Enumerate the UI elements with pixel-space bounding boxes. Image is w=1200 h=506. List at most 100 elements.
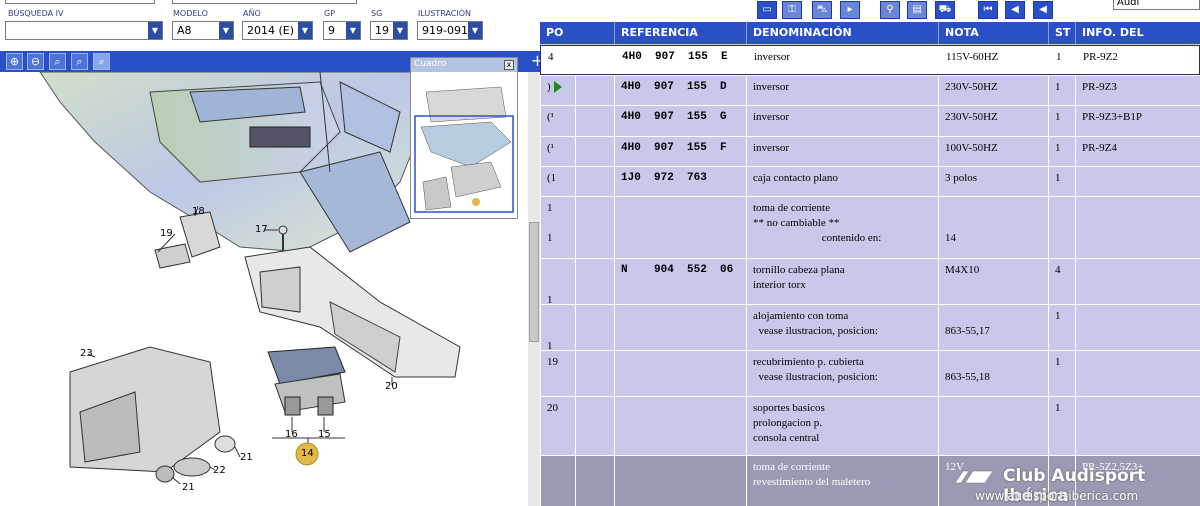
window-icon[interactable]: ▭	[757, 1, 777, 19]
table-row[interactable]: 19 recubrimiento p. cubierta vease ilustr…	[540, 350, 1200, 396]
cell-info: PR-9Z2	[1076, 46, 1200, 74]
row-marker-cell	[575, 167, 614, 196]
zoom-fit-icon[interactable]: ⌕	[49, 53, 66, 70]
chevron-down-icon[interactable]: ▼	[346, 22, 360, 39]
diagram-scrollbar[interactable]	[528, 72, 540, 506]
cell-ref	[614, 305, 746, 350]
zoom-reset-icon[interactable]: ⌕	[71, 53, 88, 70]
row-marker-cell	[575, 137, 614, 166]
header-denominacion[interactable]: DENOMINACIÓN	[746, 22, 938, 44]
table-row[interactable]: (¹ 4H0 907 155 Ginversor 230V-50HZ 1 PR-9Z3+…	[540, 105, 1200, 136]
chevron-down-icon[interactable]: ▼	[298, 22, 312, 39]
cell-den: toma de corriente ** no cambiable ** con…	[746, 197, 938, 258]
header-info-modelo[interactable]: INFO. DEL MODELO	[1075, 22, 1200, 61]
table-row[interactable]: 1 1 toma de corriente ** no cambiable ** …	[540, 196, 1200, 258]
cell-info: PR-9Z3	[1075, 76, 1200, 105]
audisport-logo-icon	[954, 470, 994, 484]
table-row[interactable]: (1 1J0 972 763 caja contacto plano 3 polos 1	[540, 166, 1200, 196]
cell-ref: 4H0 907 155 E	[615, 46, 747, 74]
cell-nota: 863-55,18	[938, 351, 1048, 396]
callout-19[interactable]: 19	[160, 228, 173, 239]
cell-info	[1075, 305, 1200, 350]
cell-ref: N 904 552 06	[614, 259, 746, 304]
table-row[interactable]: 1 N 904 552 06 tornillo cabeza plana inter…	[540, 258, 1200, 306]
back-icon[interactable]: ◀	[1033, 1, 1053, 19]
cell-ref	[614, 197, 746, 258]
first-page-icon[interactable]: ⏮	[978, 1, 998, 19]
parts-table: PO REFERENCIA DENOMINACIÓN NOTA ST INFO.…	[540, 22, 1200, 506]
anio-label: AÑO	[243, 9, 261, 18]
header-pos[interactable]: PO	[540, 22, 575, 44]
cell-nota: 230V-50HZ	[938, 76, 1048, 105]
callout-14[interactable]: 14	[301, 448, 314, 459]
zoom-out-icon[interactable]: ⊖	[27, 53, 44, 70]
document-icon[interactable]: ▤	[907, 1, 927, 19]
callout-21[interactable]: 21	[182, 482, 195, 493]
chevron-down-icon[interactable]: ▼	[148, 22, 162, 39]
callout-20[interactable]: 20	[385, 381, 398, 392]
callout-16[interactable]: 16	[285, 429, 298, 440]
watermark-url: www.audisport-iberica.com	[975, 489, 1139, 503]
key-icon[interactable]: ⚿	[782, 1, 802, 19]
cell-st: 1	[1048, 351, 1075, 396]
cell-ref	[614, 397, 746, 455]
callout-23[interactable]: 23	[80, 348, 93, 359]
row-marker-cell	[575, 106, 614, 136]
callout-17[interactable]: 17	[255, 224, 268, 235]
cell-pos: 1	[540, 305, 575, 352]
cell-den: caja contacto plano	[746, 167, 938, 196]
table-row[interactable]: ) 4H0 907 155 Dinversor 230V-50HZ 1 PR-9Z3	[540, 75, 1200, 105]
cell-pos: (¹	[540, 137, 575, 166]
table-row[interactable]: 20 soportes basicos prolongacion p. conso…	[540, 396, 1200, 455]
sg-label: SG	[371, 9, 383, 18]
cell-den: soportes basicos prolongacion p. consola…	[746, 397, 938, 455]
table-row[interactable]: 4 4H0 907 155 Einversor 115V-60HZ 1 PR-9Z2	[540, 45, 1200, 75]
cell-pos: 1	[540, 259, 575, 306]
table-row[interactable]: 1 alojamiento con toma vease ilustracion,…	[540, 304, 1200, 352]
callout-15[interactable]: 15	[318, 429, 331, 440]
gp-select[interactable]: 9 ▼	[323, 21, 361, 40]
overview-window[interactable]: Cuadro x	[410, 57, 518, 219]
cell-info	[1075, 351, 1200, 396]
cell-info	[1075, 197, 1200, 258]
modelo-select[interactable]: A8 ▼	[172, 21, 234, 40]
header-referencia[interactable]: REFERENCIA	[614, 22, 746, 44]
zoom-window-icon[interactable]: ⌕	[93, 53, 110, 70]
filter-icon[interactable]: ⚲	[880, 1, 900, 19]
callout-21[interactable]: 21	[240, 452, 253, 463]
zoom-in-icon[interactable]: ⊕	[6, 53, 23, 70]
row-marker-cell	[575, 397, 614, 455]
scroll-thumb[interactable]	[529, 222, 539, 342]
row-marker-cell	[576, 46, 615, 74]
callout-18[interactable]: 18	[192, 206, 205, 217]
header-nota[interactable]: NOTA	[938, 22, 1048, 44]
chevron-down-icon[interactable]: ▼	[468, 22, 482, 39]
chevron-down-icon[interactable]: ▼	[219, 22, 233, 39]
car-icon[interactable]: ⛍	[812, 1, 832, 19]
cell-den: inversor	[746, 106, 938, 136]
cell-nota: 100V-50HZ	[938, 137, 1048, 166]
callout-22[interactable]: 22	[213, 465, 226, 476]
cell-den: inversor	[746, 76, 938, 105]
cell-den: recubrimiento p. cubierta vease ilustrac…	[746, 351, 938, 396]
cell-pos: 4	[541, 46, 576, 74]
table-row[interactable]: (¹ 4H0 907 155 Finversor 100V-50HZ 1 PR-9Z4	[540, 136, 1200, 166]
anio-select[interactable]: 2014 (E) ▼	[242, 21, 313, 40]
cell-pos: 20	[540, 397, 575, 455]
chevron-down-icon[interactable]: ▼	[393, 22, 407, 39]
close-icon[interactable]: x	[504, 60, 514, 70]
row-marker-cell	[575, 351, 614, 396]
cell-st	[1048, 197, 1075, 258]
busqueda-select[interactable]: ▼	[5, 21, 163, 40]
gp-label: GP	[324, 9, 336, 18]
previous-page-icon[interactable]: ◀	[1005, 1, 1025, 19]
brand-select[interactable]: Audi	[1113, 0, 1200, 10]
cell-den: inversor	[746, 137, 938, 166]
cart-icon[interactable]: ⛟	[935, 1, 955, 19]
ilustracion-select[interactable]: 919-091 ▼	[417, 21, 483, 40]
header-st[interactable]: ST	[1048, 22, 1075, 44]
table-header: PO REFERENCIA DENOMINACIÓN NOTA ST INFO.…	[540, 22, 1200, 61]
sg-select[interactable]: 19 ▼	[370, 21, 408, 40]
cell-st: 1	[1048, 137, 1075, 166]
arrow-right-icon[interactable]: ▸	[840, 1, 860, 19]
